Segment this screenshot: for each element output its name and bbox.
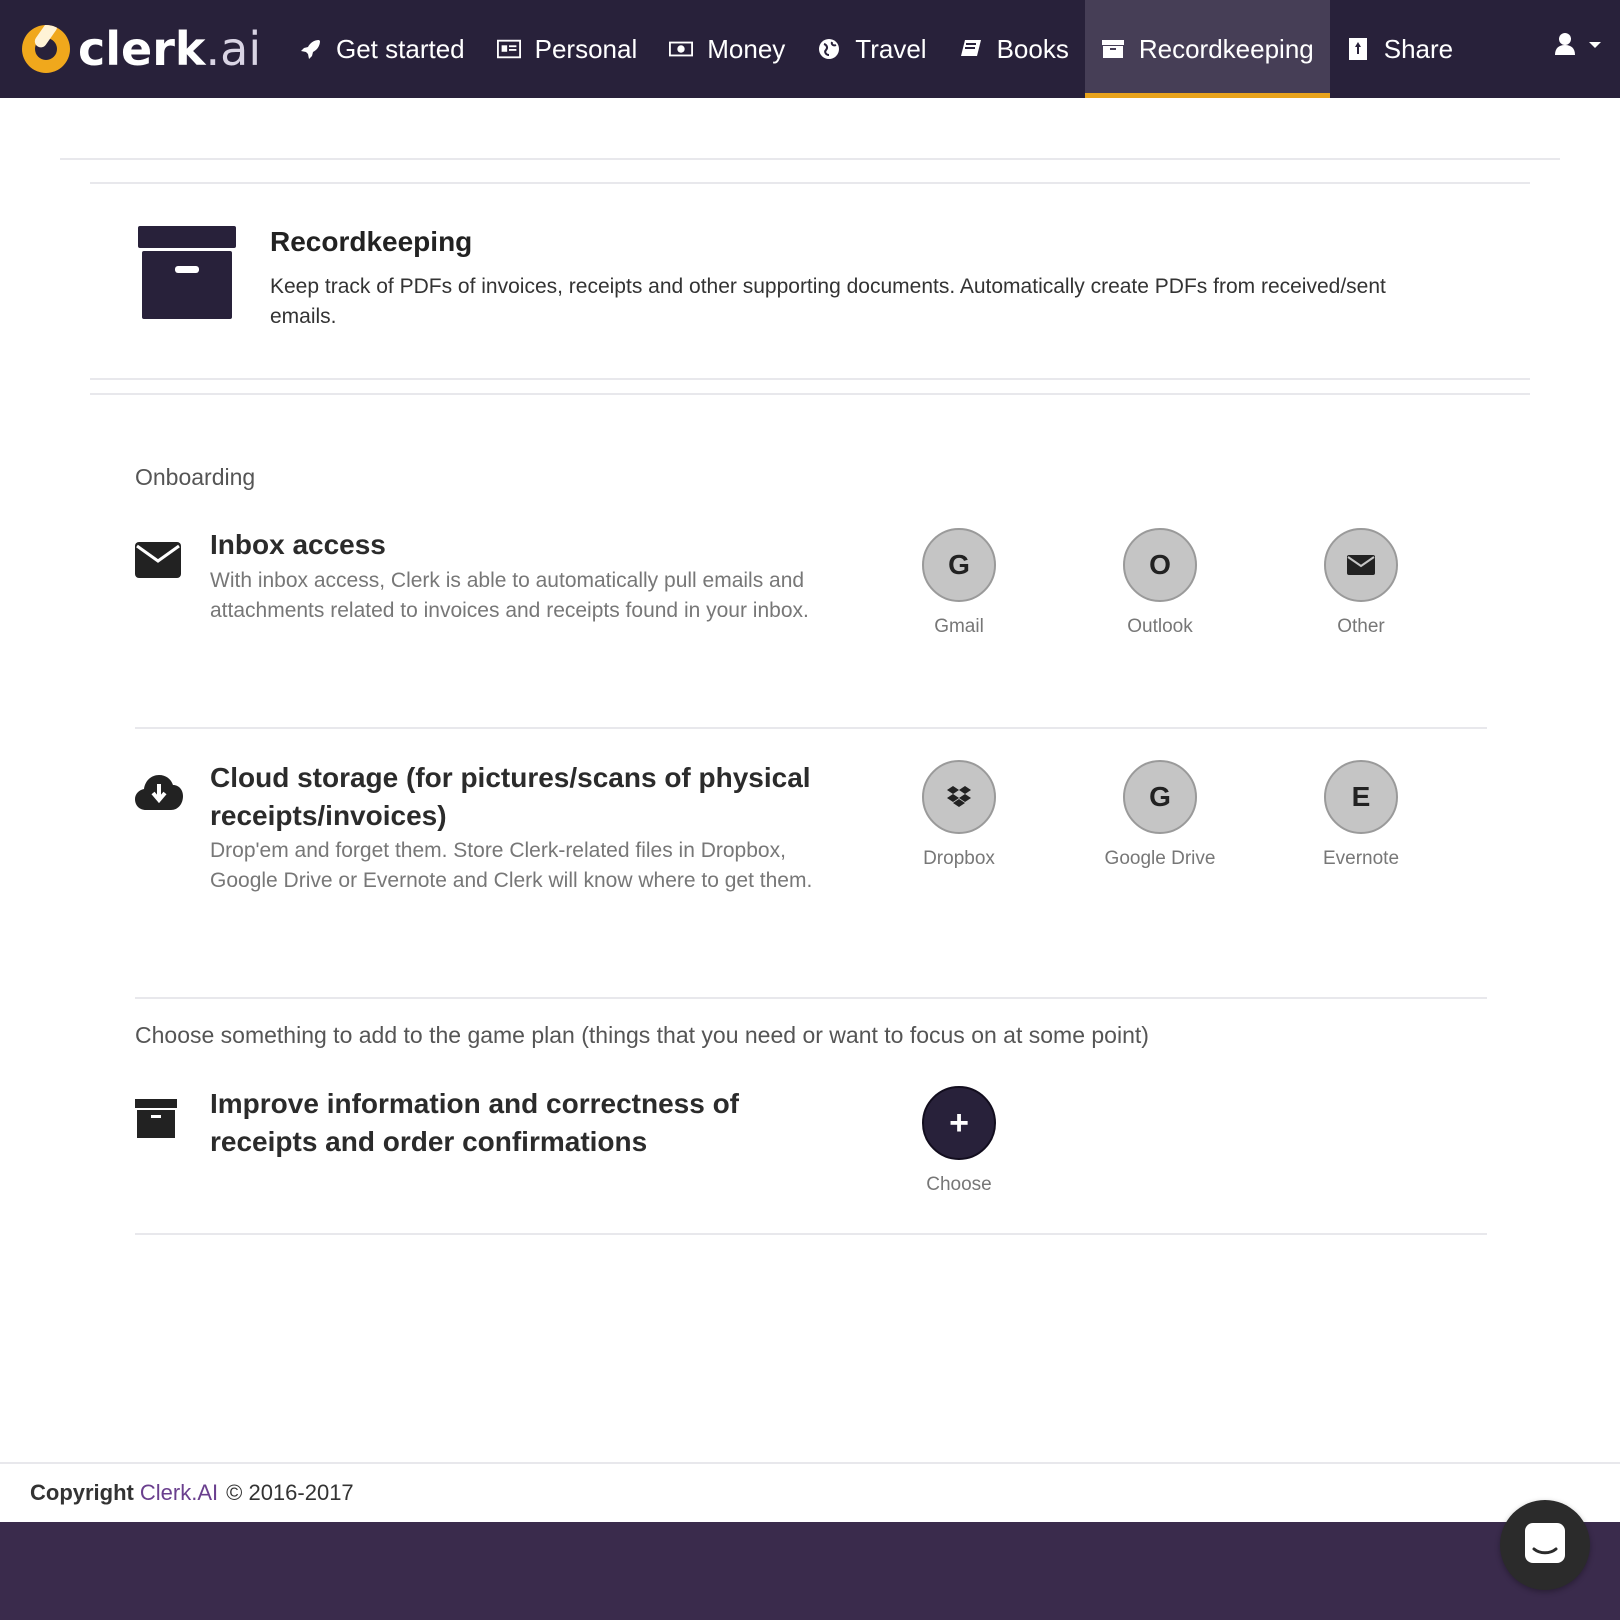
- outlook-icon: O: [1123, 528, 1197, 602]
- archive-icon: [138, 226, 238, 321]
- google-drive-icon: G: [1123, 760, 1197, 834]
- nav-item-share[interactable]: Share: [1330, 0, 1469, 98]
- nav-label: Personal: [534, 33, 638, 64]
- chat-icon: [1523, 1521, 1567, 1570]
- provider-label: Outlook: [1127, 616, 1193, 637]
- archive-icon: [1101, 37, 1125, 61]
- id-card-icon: [496, 37, 521, 61]
- dropbox-connect-button[interactable]: Dropbox: [889, 760, 1029, 870]
- evernote-icon: E: [1324, 760, 1398, 834]
- divider: [90, 182, 1530, 184]
- nav-label: Money: [707, 33, 786, 64]
- divider: [60, 158, 1560, 160]
- provider-label: Gmail: [934, 616, 984, 637]
- money-icon: [669, 37, 694, 61]
- user-menu[interactable]: [1554, 30, 1602, 61]
- game-plan-title: Choose something to add to the game plan…: [135, 1022, 1149, 1048]
- nav-item-money[interactable]: Money: [653, 0, 801, 98]
- google-drive-connect-button[interactable]: G Google Drive: [1090, 760, 1230, 870]
- dropbox-icon: [922, 760, 996, 834]
- provider-label: Google Drive: [1104, 848, 1216, 869]
- gmail-connect-button[interactable]: G Gmail: [889, 528, 1029, 638]
- nav-label: Travel: [855, 33, 927, 64]
- top-navbar: clerk.ai Get started Personal Money Trav…: [0, 0, 1620, 98]
- nav-item-travel[interactable]: Travel: [801, 0, 942, 98]
- page-description: Keep track of PDFs of invoices, receipts…: [270, 275, 1386, 328]
- nav-label: Recordkeeping: [1138, 33, 1314, 64]
- logo-text: clerk.ai: [78, 22, 262, 76]
- divider: [135, 727, 1487, 729]
- inbox-access-description: With inbox access, Clerk is able to auto…: [210, 569, 809, 622]
- footer: Copyright Clerk.AI © 2016-2017: [0, 1462, 1620, 1522]
- cloud-storage-title: Cloud storage (for pictures/scans of phy…: [210, 762, 811, 831]
- evernote-connect-button[interactable]: E Evernote: [1291, 760, 1431, 870]
- page-title: Recordkeeping: [270, 226, 473, 257]
- divider: [135, 997, 1487, 999]
- brand-logo[interactable]: clerk.ai: [22, 0, 262, 98]
- section-title: Onboarding: [135, 464, 256, 490]
- nav-label: Books: [996, 33, 1069, 64]
- nav-item-get-started[interactable]: Get started: [282, 0, 481, 98]
- provider-label: Evernote: [1322, 848, 1400, 869]
- choose-button[interactable]: + Choose: [889, 1086, 1029, 1196]
- outlook-connect-button[interactable]: O Outlook: [1090, 528, 1230, 638]
- main-nav: Get started Personal Money Travel Books: [282, 0, 1469, 98]
- chevron-down-icon: [1588, 37, 1602, 55]
- envelope-icon: [134, 540, 182, 588]
- nav-item-books[interactable]: Books: [943, 0, 1085, 98]
- divider: [90, 393, 1530, 395]
- other-inbox-connect-button[interactable]: Other: [1291, 528, 1431, 638]
- divider: [90, 378, 1530, 380]
- copyright-years: © 2016-2017: [226, 1480, 354, 1505]
- provider-label: Other: [1337, 616, 1385, 637]
- plus-icon: +: [922, 1086, 996, 1160]
- copyright-label: Copyright: [30, 1480, 134, 1505]
- nav-item-recordkeeping[interactable]: Recordkeeping: [1084, 0, 1330, 98]
- logo-icon: [22, 25, 70, 73]
- gmail-icon: G: [922, 528, 996, 602]
- chat-launcher-button[interactable]: [1500, 1500, 1590, 1590]
- envelope-icon: [1324, 528, 1398, 602]
- game-plan-item-title: Improve information and correctness of r…: [210, 1088, 739, 1157]
- divider: [135, 1233, 1487, 1235]
- cloud-download-icon: [134, 770, 183, 818]
- share-icon: [1346, 37, 1370, 61]
- inbox-access-title: Inbox access: [210, 529, 386, 560]
- nav-label: Get started: [336, 33, 465, 64]
- globe-icon: [817, 37, 841, 61]
- choose-label: Choose: [926, 1174, 992, 1195]
- clerk-ai-link[interactable]: Clerk.AI: [140, 1480, 218, 1506]
- footer-band: [0, 1522, 1620, 1620]
- nav-label: Share: [1383, 33, 1454, 64]
- rocket-icon: [298, 37, 322, 61]
- provider-label: Dropbox: [923, 848, 995, 869]
- archive-icon: [134, 1098, 182, 1146]
- nav-item-personal[interactable]: Personal: [481, 0, 654, 98]
- user-icon: [1554, 30, 1576, 61]
- book-icon: [959, 37, 983, 61]
- cloud-storage-description: Drop'em and forget them. Store Clerk-rel…: [210, 839, 813, 892]
